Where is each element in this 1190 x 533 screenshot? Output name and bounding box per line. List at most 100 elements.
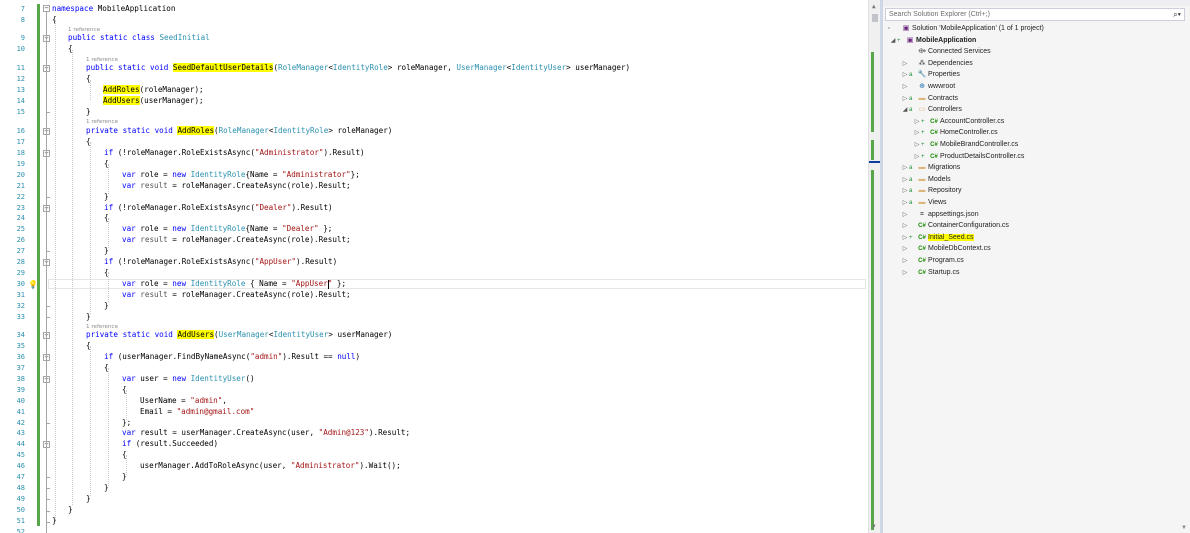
code-line-15: } bbox=[86, 107, 91, 116]
connected-services-icon: ⟴ bbox=[917, 48, 927, 56]
code-line-14: AddUsers(userManager); bbox=[103, 96, 204, 105]
tree-item[interactable]: ▷ C# Program.cs bbox=[901, 255, 964, 266]
solution-explorer-search-input[interactable]: Search Solution Explorer (Ctrl+;) ⌕▾ bbox=[885, 8, 1185, 21]
expand-arrow-icon[interactable]: ▷ bbox=[913, 117, 921, 128]
git-added-icon: + bbox=[897, 37, 901, 44]
tree-item[interactable]: ▷ C# ContainerConfiguration.cs bbox=[901, 220, 1009, 231]
expand-arrow-icon[interactable]: ▷ bbox=[913, 140, 921, 151]
expand-arrow-icon[interactable]: ▷ bbox=[901, 82, 909, 93]
dependencies-icon: ⁂ bbox=[918, 59, 926, 67]
tree-item[interactable]: ▷ ⊕ wwwroot bbox=[901, 81, 956, 93]
tree-item[interactable]: ▷ a ▬ Models bbox=[901, 174, 951, 185]
tree-item-label: wwwroot bbox=[928, 83, 956, 90]
expand-arrow-icon[interactable]: ▷ bbox=[901, 94, 909, 105]
code-line-44: if (result.Succeeded) bbox=[122, 439, 219, 448]
tree-item[interactable]: ▷ a 🔧 Properties bbox=[901, 69, 960, 80]
code-line-30: var role = new IdentityRole { Name = "Ap… bbox=[122, 279, 347, 288]
tree-item[interactable]: ▷ a ▬ Migrations bbox=[901, 162, 961, 174]
tree-item[interactable]: ▷ + C# MobileBrandController.cs bbox=[913, 139, 1019, 151]
indent-guide bbox=[108, 218, 109, 248]
scroll-down-arrow-icon[interactable]: ▼ bbox=[1181, 525, 1187, 531]
solution-explorer-scrollbar[interactable]: ▼ bbox=[1180, 22, 1189, 533]
tree-item[interactable]: ▷ a ▬ Views bbox=[901, 197, 947, 208]
scrollbar-thumb[interactable] bbox=[872, 14, 878, 22]
tree-item-label: Models bbox=[928, 175, 951, 183]
indent-guide bbox=[90, 142, 91, 314]
tree-item[interactable]: ▫ ▣ Solution 'MobileApplication' (1 of 1 p… bbox=[885, 23, 1044, 34]
scroll-down-arrow-icon[interactable]: ▼ bbox=[872, 523, 876, 530]
code-line-9: public static class SeedInitial bbox=[68, 33, 210, 42]
editor-vertical-scrollbar[interactable]: ▲ ▼ bbox=[868, 0, 880, 533]
search-icon[interactable]: ⌕▾ bbox=[1173, 9, 1181, 21]
folder-icon: ▬ bbox=[918, 94, 926, 102]
expand-arrow-icon[interactable]: ▷ bbox=[913, 128, 921, 139]
code-line-26: var result = roleManager.CreateAsync(rol… bbox=[122, 235, 351, 244]
expand-arrow-icon[interactable]: ▷ bbox=[901, 163, 909, 174]
expand-arrow-icon[interactable]: ▫ bbox=[885, 24, 893, 35]
tree-item[interactable]: ◢ a ▭ Controllers bbox=[901, 104, 962, 115]
code-line-46: userManager.AddToRoleAsync(user, "Admini… bbox=[140, 461, 401, 470]
git-added-icon: + bbox=[921, 130, 925, 137]
expand-arrow-icon[interactable]: ▷ bbox=[901, 233, 909, 244]
code-line-25: var role = new IdentityRole{Name = "Deal… bbox=[122, 224, 333, 233]
code-line-43: var result = userManager.CreateAsync(use… bbox=[122, 428, 411, 437]
git-tracked-icon: a bbox=[909, 95, 913, 102]
csharp-file-icon: C# bbox=[918, 223, 926, 230]
expand-arrow-icon[interactable]: ▷ bbox=[901, 175, 909, 186]
expand-arrow-icon[interactable]: ▷ bbox=[901, 59, 909, 70]
code-editor[interactable]: 7 8 9 10 11 12 13 14 15 16 17 18 19 20 21 22 23 24 25 26 27 2… bbox=[0, 0, 880, 533]
git-tracked-icon: a bbox=[909, 107, 913, 114]
tree-item[interactable]: ⟴ Connected Services bbox=[901, 46, 991, 57]
tree-item-label: MobileApplication bbox=[916, 36, 977, 44]
scroll-up-arrow-icon[interactable]: ▲ bbox=[872, 3, 876, 10]
expand-arrow-icon[interactable]: ▷ bbox=[901, 221, 909, 232]
change-marker bbox=[871, 52, 874, 132]
tree-item[interactable]: ▷ a ▬ Contracts bbox=[901, 93, 958, 104]
csharp-file-icon: C# bbox=[918, 246, 926, 253]
csharp-project-icon: ▣ bbox=[906, 36, 914, 44]
tree-item[interactable]: ▷ a ▬ Repository bbox=[901, 185, 962, 197]
solution-icon: ▣ bbox=[902, 25, 910, 32]
expand-arrow-icon[interactable]: ▷ bbox=[913, 152, 921, 163]
folder-icon: ▬ bbox=[918, 175, 926, 183]
expand-arrow-icon[interactable]: ▷ bbox=[901, 244, 909, 255]
tree-item[interactable]: ▷ ⌗ appsettings.json bbox=[901, 209, 979, 220]
code-line-32: } bbox=[104, 301, 109, 310]
expanded-arrow-icon[interactable]: ◢ bbox=[889, 36, 897, 47]
tree-item-label: Repository bbox=[928, 187, 962, 195]
expand-arrow-icon[interactable]: ▷ bbox=[901, 198, 909, 209]
solution-explorer-toolbar[interactable] bbox=[883, 0, 1190, 6]
tree-item[interactable]: ▷ C# MobileDbContext.cs bbox=[901, 243, 991, 254]
code-line-41: Email = "admin@gmail.com" bbox=[140, 407, 255, 416]
git-tracked-icon: a bbox=[909, 165, 913, 172]
csharp-file-icon: C# bbox=[918, 258, 926, 264]
tree-item[interactable]: ◢ + ▣ MobileApplication bbox=[889, 35, 977, 47]
tree-item[interactable]: ▷ ⁂ Dependencies bbox=[901, 58, 973, 69]
indent-guide bbox=[72, 50, 73, 505]
code-area[interactable]: namespace MobileApplication { 1 referenc… bbox=[0, 0, 868, 533]
codelens-reference[interactable]: 1 reference bbox=[86, 118, 118, 126]
tree-item[interactable]: ▷ + C# ProductDetailsController.cs bbox=[913, 151, 1025, 163]
expand-arrow-icon[interactable]: ▷ bbox=[901, 256, 909, 267]
tree-item-label: ProductDetailsController.cs bbox=[940, 152, 1025, 160]
tree-item[interactable]: ▷ + C# AccountController.cs bbox=[913, 116, 1005, 128]
expanded-arrow-icon[interactable]: ◢ bbox=[901, 105, 909, 116]
tree-item[interactable]: ▷ C# Startup.cs bbox=[901, 267, 960, 278]
csharp-file-icon: C# bbox=[930, 153, 938, 160]
json-file-icon: ⌗ bbox=[920, 210, 924, 218]
code-line-50: } bbox=[68, 505, 73, 514]
expand-arrow-icon[interactable]: ▷ bbox=[901, 70, 909, 81]
change-marker bbox=[871, 170, 874, 530]
expand-arrow-icon[interactable]: ▷ bbox=[901, 210, 909, 221]
indent-guide bbox=[55, 20, 56, 520]
expand-arrow-icon[interactable]: ▷ bbox=[901, 268, 909, 279]
tree-item[interactable]: ▷ + C# HomeController.cs bbox=[913, 127, 998, 138]
properties-folder-icon: 🔧 bbox=[917, 71, 927, 79]
git-added-icon: + bbox=[921, 118, 925, 125]
solution-explorer-panel: Search Solution Explorer (Ctrl+;) ⌕▾ ▫ ▣ S… bbox=[883, 0, 1190, 533]
expand-arrow-icon[interactable]: ▷ bbox=[901, 186, 909, 197]
caret-position-marker bbox=[869, 161, 880, 163]
tree-item[interactable]: ▷ + C# Initial_Seed.cs bbox=[901, 232, 974, 243]
tree-item-label: Properties bbox=[928, 71, 960, 79]
code-line-13: AddRoles(roleManager); bbox=[103, 85, 204, 94]
